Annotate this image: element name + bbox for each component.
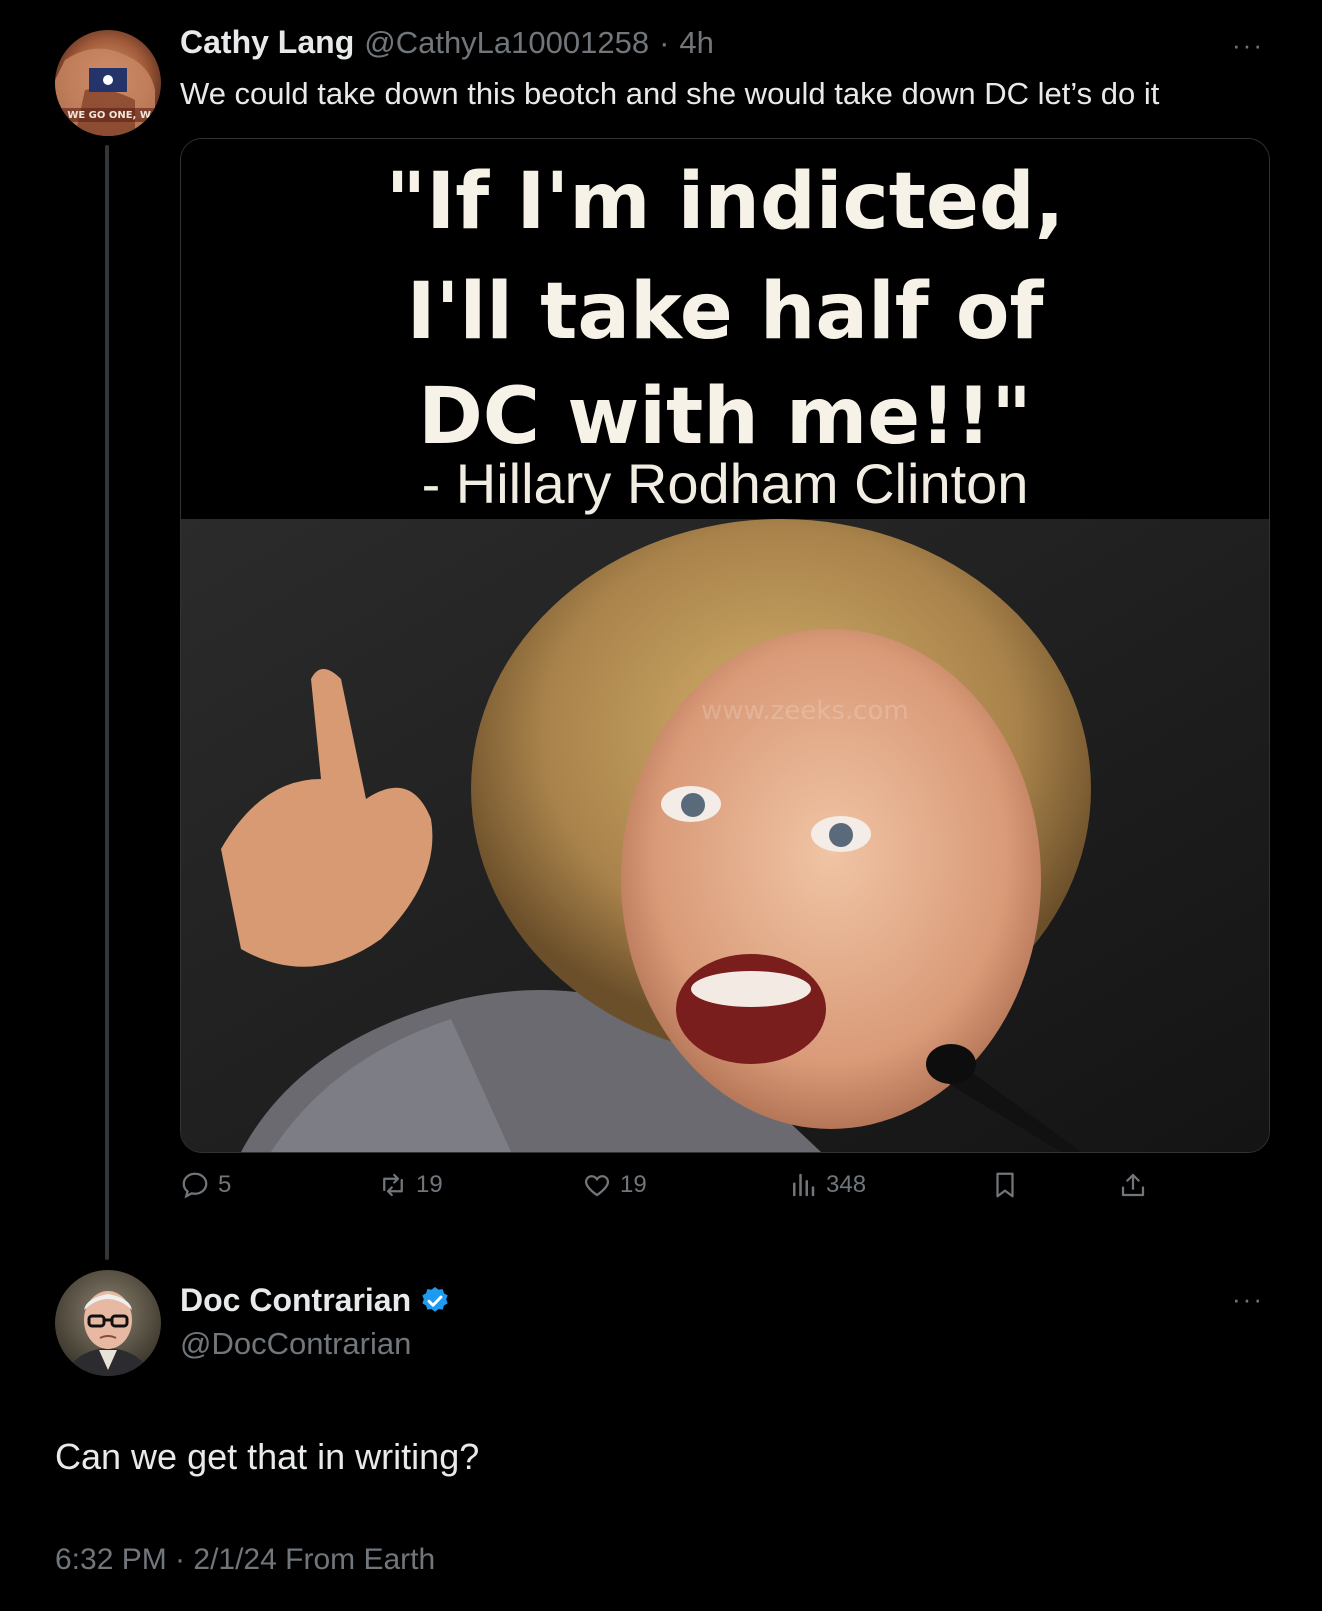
tweet1-action-bar: 5 19 19 348: [180, 1170, 1160, 1212]
share-button[interactable]: [1118, 1170, 1148, 1200]
meme-quote-line-1: "If I'm indicted,: [385, 157, 1065, 247]
tweet2-text: Can we get that in writing?: [55, 1436, 480, 1477]
post-timestamp[interactable]: 6:32 PM · 2/1/24 From Earth: [55, 1543, 435, 1577]
author-handle[interactable]: @CathyLa10001258: [364, 25, 649, 61]
tweet1-header: Cathy Lang @CathyLa10001258 · 4h: [180, 24, 714, 66]
doc-contrarian-avatar[interactable]: [55, 1270, 161, 1376]
cathy-lang-avatar[interactable]: E WE GO ONE, W: [55, 30, 161, 136]
bookmark-icon: [996, 1172, 1014, 1198]
meme-watermark: www.zeeks.com: [701, 696, 909, 726]
reply-count: 5: [218, 1171, 232, 1198]
tweet1-media-image[interactable]: "If I'm indicted, I'll take half of DC w…: [180, 138, 1270, 1153]
thread-connector-line: [105, 145, 109, 1260]
repost-count: 19: [416, 1171, 443, 1198]
more-icon[interactable]: ···: [1232, 1284, 1264, 1315]
avatar-image: [55, 1270, 161, 1376]
reply-button[interactable]: 5: [180, 1170, 231, 1200]
reply-icon: [182, 1172, 208, 1199]
tweet2-header: Doc Contrarian: [180, 1282, 451, 1319]
views-count: 348: [826, 1171, 867, 1198]
author-name[interactable]: Cathy Lang: [180, 24, 354, 61]
meme-attribution: - Hillary Rodham Clinton: [421, 452, 1029, 515]
views-icon: [793, 1173, 815, 1197]
share-icon: [1121, 1173, 1145, 1197]
meme-caption-area: "If I'm indicted, I'll take half of DC w…: [181, 139, 1269, 519]
repost-icon: [383, 1173, 403, 1197]
repost-button[interactable]: 19: [378, 1170, 443, 1200]
author-handle[interactable]: @DocContrarian: [180, 1326, 411, 1362]
post-time[interactable]: 4h: [679, 25, 713, 61]
verified-badge-icon[interactable]: [419, 1285, 451, 1317]
like-button[interactable]: 19: [582, 1170, 647, 1200]
avatar-slogan-text: E WE GO ONE, W: [57, 110, 151, 121]
meme-quote-line-2: I'll take half of: [406, 267, 1044, 357]
views-button[interactable]: 348: [788, 1170, 866, 1200]
meme-photo: www.zeeks.com: [181, 519, 1269, 1152]
tweet1-text: We could take down this beotch and she w…: [180, 76, 1160, 111]
like-count: 19: [620, 1171, 647, 1198]
like-icon: [584, 1175, 610, 1197]
bookmark-button[interactable]: [990, 1170, 1020, 1200]
dot-separator: ·: [659, 25, 670, 60]
author-name[interactable]: Doc Contrarian: [180, 1282, 411, 1319]
more-icon[interactable]: ···: [1232, 30, 1264, 61]
avatar-image: E WE GO ONE, W: [55, 30, 161, 136]
